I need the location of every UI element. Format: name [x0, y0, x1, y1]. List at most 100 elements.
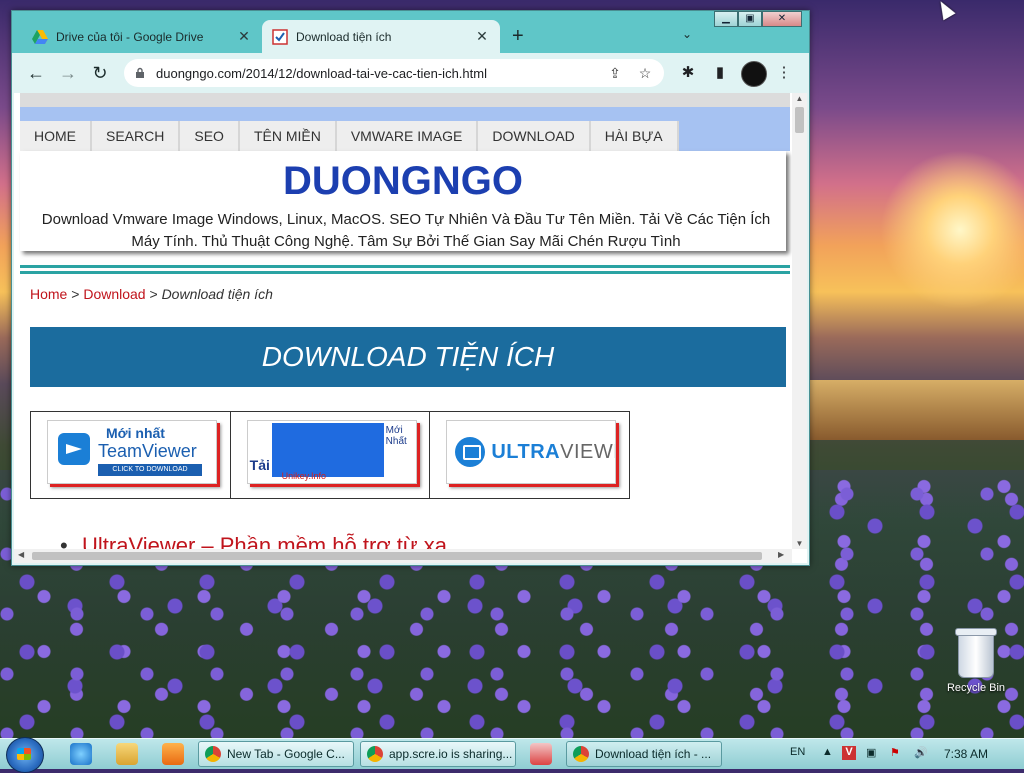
divider — [20, 271, 790, 274]
forward-button[interactable]: → — [56, 61, 80, 85]
table-cell: Mới nhất TeamViewer CLICK TO DOWNLOAD — [31, 412, 231, 498]
chrome-icon — [367, 746, 383, 762]
tab-download-tien-ich[interactable]: Download tiện ích ✕ — [262, 20, 500, 53]
menu-item-search[interactable]: SEARCH — [92, 121, 181, 151]
unikey-logo-icon — [271, 423, 384, 477]
taskbar-button-download-tien-ich[interactable]: Download tiện ích - ... — [566, 741, 722, 767]
new-tab-button[interactable]: + — [512, 25, 524, 48]
google-drive-icon — [32, 29, 48, 44]
lock-icon[interactable] — [134, 67, 146, 79]
site-header: DUONGNGO Download Vmware Image Windows, … — [20, 151, 786, 251]
profile-avatar[interactable] — [741, 61, 767, 87]
table-cell: Mới Nhất Tải Unikey.Info — [231, 412, 431, 498]
recycle-bin[interactable]: Recycle Bin — [944, 628, 1008, 694]
scroll-right-icon[interactable]: ▶ — [778, 550, 784, 559]
taskbar-button-label: Download tiện ích - ... — [595, 747, 712, 761]
tab-title: Download tiện ích — [296, 29, 392, 44]
recycle-bin-icon — [955, 628, 997, 678]
teamviewer-download-link[interactable]: Mới nhất TeamViewer CLICK TO DOWNLOAD — [47, 420, 217, 484]
minimize-button[interactable]: ▁ — [714, 11, 738, 27]
table-cell: ULTRAVIEWER — [430, 412, 629, 498]
side-panel-icon[interactable]: ▮ — [710, 63, 730, 83]
taskbar-button-screen-share[interactable]: app.scre.io is sharing... — [360, 741, 516, 767]
window-controls: ▁ ▣ ✕ — [714, 11, 802, 27]
back-button[interactable]: ← — [24, 61, 48, 85]
mouse-cursor-icon — [934, 0, 956, 21]
ultraviewer-download-link[interactable]: ULTRAVIEWER — [446, 420, 617, 484]
browser-menu-icon[interactable]: ⋮ — [774, 63, 794, 83]
site-menu: HOME SEARCH SEO TÊN MIỀN VMWARE IMAGE DO… — [20, 121, 679, 151]
page-title-banner: DOWNLOAD TIỆN ÍCH — [30, 327, 786, 387]
teamviewer-promo-line3: CLICK TO DOWNLOAD — [98, 464, 202, 476]
unikey-promo-line1: Mới Nhất — [385, 425, 407, 447]
tab-close-icon[interactable]: ✕ — [236, 28, 252, 45]
address-bar[interactable]: duongngo.com/2014/12/download-tai-ve-cac… — [124, 59, 664, 87]
wallpaper-sun — [880, 150, 1024, 310]
tab-google-drive[interactable]: Drive của tôi - Google Drive ✕ — [22, 20, 262, 53]
horizontal-scroll-thumb[interactable] — [32, 552, 762, 560]
taskbar: New Tab - Google C... app.scre.io is sha… — [0, 737, 1024, 773]
horizontal-scrollbar[interactable]: ◀ ▶ — [14, 549, 792, 563]
menu-item-download[interactable]: DOWNLOAD — [478, 121, 591, 151]
language-indicator[interactable]: EN — [790, 746, 805, 758]
extensions-puzzle-icon[interactable]: ✱ — [678, 63, 698, 83]
web-page: HOME SEARCH SEO TÊN MIỀN VMWARE IMAGE DO… — [20, 93, 790, 559]
maximize-button[interactable]: ▣ — [738, 11, 762, 27]
taskbar-button-new-tab[interactable]: New Tab - Google C... — [198, 741, 354, 767]
recycle-bin-label: Recycle Bin — [946, 682, 1006, 694]
tab-close-icon[interactable]: ✕ — [474, 28, 490, 45]
top-strip — [20, 93, 790, 107]
chrome-icon — [573, 746, 589, 762]
app-icon[interactable] — [530, 743, 552, 765]
taskbar-button-label: New Tab - Google C... — [227, 747, 345, 761]
scroll-left-icon[interactable]: ◀ — [18, 550, 24, 559]
breadcrumb-download[interactable]: Download — [83, 286, 145, 302]
teamviewer-promo-line2: TeamViewer — [98, 441, 197, 461]
site-title[interactable]: DUONGNGO — [20, 159, 786, 204]
menu-item-home[interactable]: HOME — [20, 121, 92, 151]
file-explorer-icon[interactable] — [116, 743, 138, 765]
unikey-download-link[interactable]: Mới Nhất Tải Unikey.Info — [246, 420, 417, 484]
teamviewer-logo-icon — [58, 433, 90, 465]
divider — [20, 265, 790, 268]
breadcrumb-home[interactable]: Home — [30, 286, 67, 302]
menu-item-ten-mien[interactable]: TÊN MIỀN — [239, 121, 337, 151]
browser-toolbar: ← → ↻ duongngo.com/2014/12/download-tai-… — [12, 53, 809, 93]
url-text[interactable]: duongngo.com/2014/12/download-tai-ve-cac… — [156, 66, 594, 81]
tab-title: Drive của tôi - Google Drive — [56, 29, 204, 44]
close-window-button[interactable]: ✕ — [762, 11, 802, 27]
vertical-scroll-thumb[interactable] — [795, 107, 804, 133]
show-hidden-icons-icon[interactable]: ▲ — [822, 746, 833, 758]
breadcrumb-separator: > — [71, 286, 80, 302]
network-tray-icon[interactable]: ▣ — [866, 746, 876, 759]
menu-item-vmware-image[interactable]: VMWARE IMAGE — [336, 121, 479, 151]
scroll-down-icon[interactable]: ▼ — [792, 539, 807, 548]
site-nav-bar: HOME SEARCH SEO TÊN MIỀN VMWARE IMAGE DO… — [20, 107, 790, 151]
media-player-icon[interactable] — [162, 743, 184, 765]
site-favicon-icon — [272, 28, 288, 45]
antivirus-tray-icon[interactable]: V — [842, 746, 856, 760]
unikey-promo-line3: Unikey.Info — [281, 471, 327, 481]
action-center-flag-icon[interactable]: ⚑ — [890, 746, 900, 759]
page-viewport[interactable]: HOME SEARCH SEO TÊN MIỀN VMWARE IMAGE DO… — [14, 93, 807, 563]
menu-item-seo[interactable]: SEO — [180, 121, 240, 151]
chrome-icon — [205, 746, 221, 762]
vertical-scrollbar[interactable]: ▲ ▼ — [792, 93, 807, 549]
system-clock[interactable]: 7:38 AM — [944, 747, 988, 761]
share-icon[interactable]: ⇪ — [606, 65, 624, 82]
menu-item-hai-bua[interactable]: HÀI BỰA — [590, 121, 679, 151]
tab-search-chevron-down-icon[interactable]: ⌄ — [682, 27, 692, 41]
ultraviewer-wordmark: ULTRAVIEWER — [491, 441, 615, 464]
breadcrumb-current: Download tiện ích — [161, 286, 273, 302]
breadcrumb-separator: > — [149, 286, 158, 302]
bookmark-star-icon[interactable]: ☆ — [636, 65, 654, 82]
download-links-table: Mới nhất TeamViewer CLICK TO DOWNLOAD Mớ… — [30, 411, 630, 499]
teamviewer-promo-line1: Mới nhất — [106, 425, 165, 441]
scroll-up-icon[interactable]: ▲ — [792, 94, 807, 103]
breadcrumb: Home > Download > Download tiện ích — [30, 286, 273, 302]
ultraviewer-logo-icon — [455, 437, 486, 467]
volume-tray-icon[interactable]: 🔊 — [914, 746, 928, 759]
ultraviewer-wordmark-rest: VIEWER — [560, 441, 615, 463]
reload-button[interactable]: ↻ — [88, 61, 112, 85]
internet-explorer-icon[interactable] — [70, 743, 92, 765]
